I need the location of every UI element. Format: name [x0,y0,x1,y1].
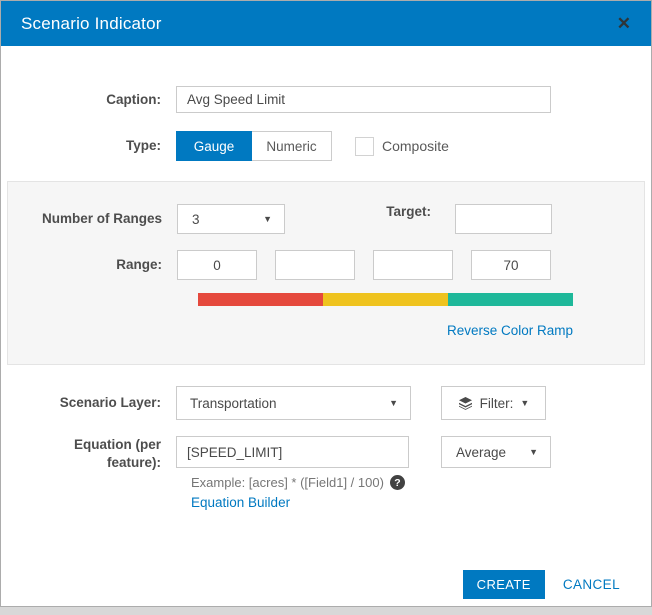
target-label: Target: [386,204,431,234]
equation-help-block: Example: [acres] * ([Field1] / 100) ? Eq… [191,475,651,512]
composite-checkbox[interactable] [355,137,374,156]
equation-input[interactable] [176,436,409,468]
chevron-down-icon: ▼ [389,398,398,408]
type-option-numeric[interactable]: Numeric [252,131,332,161]
range-label: Range: [8,256,177,274]
caption-input[interactable] [176,86,551,113]
cancel-button[interactable]: CANCEL [563,577,620,592]
chevron-down-icon: ▼ [263,214,272,224]
range-row: Range: [8,250,644,280]
color-ramp-segment-yellow [323,293,448,306]
scenario-layer-row: Scenario Layer: Transportation ▼ Filter:… [1,386,651,420]
chevron-down-icon: ▼ [520,398,529,408]
color-ramp [198,293,573,306]
filter-button[interactable]: Filter: ▼ [441,386,546,420]
caption-row: Caption: [1,86,651,113]
range-input-4[interactable] [471,250,551,280]
equation-field-group: Average ▼ [176,436,551,468]
number-of-ranges-value: 3 [192,212,200,227]
color-ramp-segment-red [198,293,323,306]
scenario-indicator-dialog: Scenario Indicator ✕ Caption: Type: Gaug… [0,0,652,607]
range-input-1[interactable] [177,250,257,280]
number-of-ranges-label: Number of Ranges [8,210,177,228]
close-icon[interactable]: ✕ [617,15,631,32]
reverse-color-ramp-link[interactable]: Reverse Color Ramp [447,323,573,338]
layers-icon [458,397,473,410]
target-input[interactable] [455,204,552,234]
composite-checkbox-group: Composite [355,137,449,156]
scenario-layer-dropdown[interactable]: Transportation ▼ [176,386,411,420]
color-ramp-segment-teal [448,293,573,306]
equation-example-text: Example: [acres] * ([Field1] / 100) [191,475,384,490]
dialog-footer: CREATE CANCEL [1,570,651,599]
type-segmented-control: Gauge Numeric [176,131,332,161]
range-input-3[interactable] [373,250,453,280]
scenario-layer-value: Transportation [190,396,277,411]
composite-label: Composite [382,138,449,154]
top-section: Caption: Type: Gauge Numeric Composite [1,46,651,161]
aggregation-value: Average [456,445,506,460]
type-label: Type: [1,137,176,155]
aggregation-dropdown[interactable]: Average ▼ [441,436,551,468]
equation-builder-link[interactable]: Equation Builder [191,495,290,510]
equation-label: Equation (per feature): [1,436,176,471]
scenario-layer-label: Scenario Layer: [1,394,176,412]
type-row: Type: Gauge Numeric Composite [1,131,651,161]
caption-label: Caption: [1,91,176,109]
filter-label: Filter: [480,396,514,411]
chevron-down-icon: ▼ [529,447,538,457]
number-of-ranges-dropdown[interactable]: 3 ▼ [177,204,285,234]
type-option-gauge[interactable]: Gauge [176,131,252,161]
create-button[interactable]: CREATE [463,570,545,599]
equation-row: Equation (per feature): Average ▼ [1,436,651,471]
ranges-panel: Number of Ranges 3 ▼ Target: Range: [7,181,645,365]
help-icon[interactable]: ? [390,475,405,490]
reverse-color-ramp-row: Reverse Color Ramp [198,323,573,338]
dialog-title: Scenario Indicator [21,14,162,34]
dialog-header: Scenario Indicator ✕ [1,1,651,46]
number-of-ranges-row: Number of Ranges 3 ▼ Target: [8,204,644,234]
range-input-2[interactable] [275,250,355,280]
